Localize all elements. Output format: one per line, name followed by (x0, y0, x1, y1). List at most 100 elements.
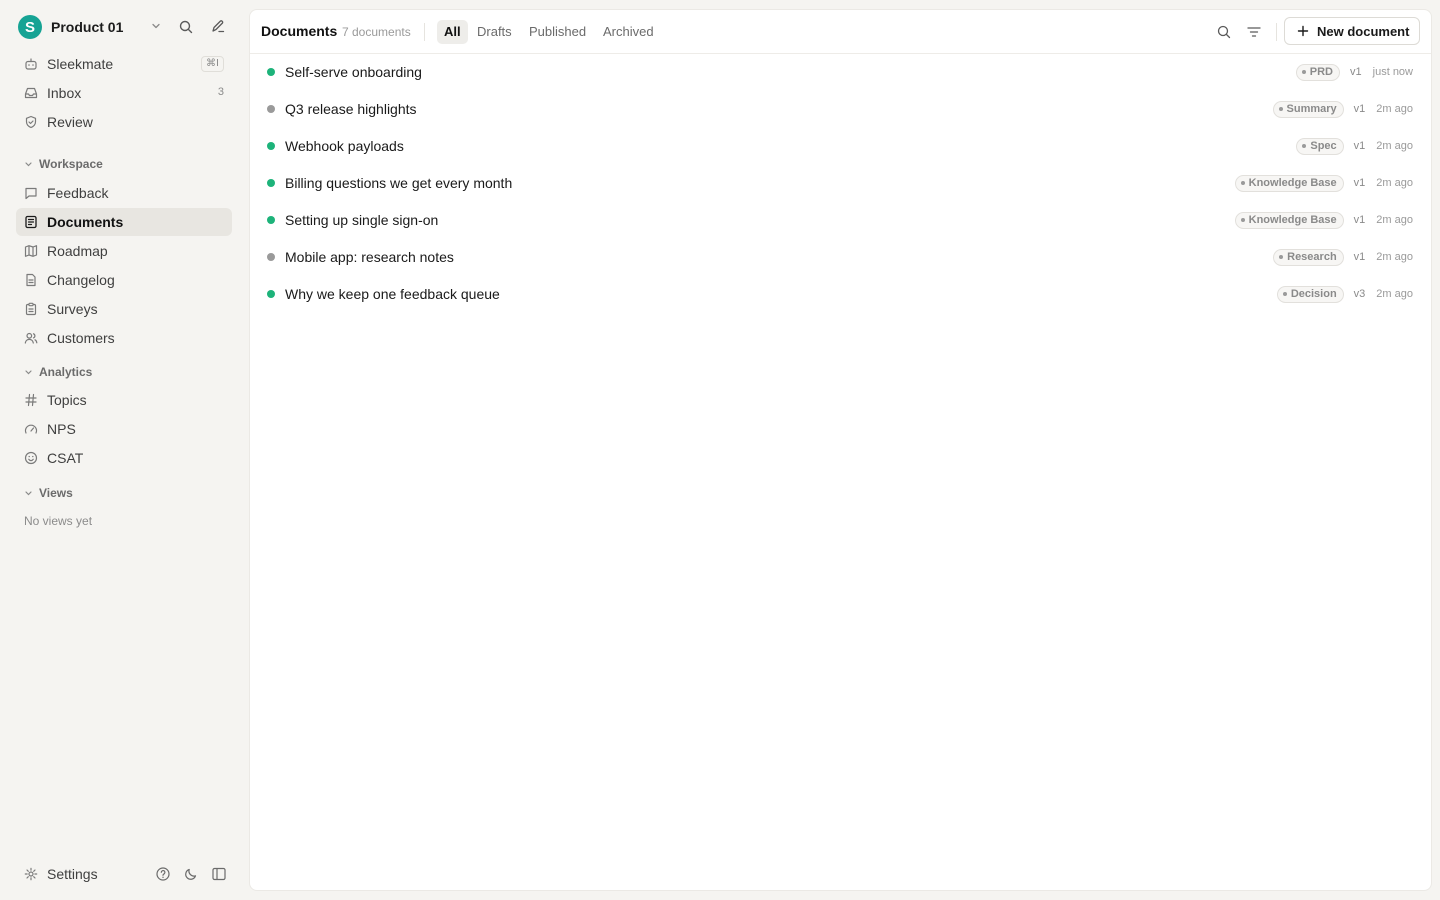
section-title: Views (39, 486, 73, 500)
tab-all[interactable]: All (437, 20, 468, 44)
document-meta: Knowledge Base v1 2m ago (1234, 174, 1413, 192)
status-dot (267, 68, 275, 76)
documents-panel: Documents 7 documents All Drafts Publish… (249, 9, 1432, 891)
document-title[interactable]: Webhook payloads (285, 138, 404, 154)
sidebar-item-label: Roadmap (47, 243, 108, 259)
status-dot (267, 105, 275, 113)
clipboard-icon (24, 302, 38, 316)
sidebar-item-label: Feedback (47, 185, 109, 201)
document-title[interactable]: Mobile app: research notes (285, 249, 454, 265)
sidebar-item-csat[interactable]: CSAT (16, 444, 232, 472)
document-title[interactable]: Setting up single sign-on (285, 212, 438, 228)
tag-dot (1240, 181, 1245, 185)
gauge-icon (24, 422, 38, 436)
updated-time: 2m ago (1376, 103, 1413, 115)
document-meta: Spec v1 2m ago (1296, 137, 1413, 155)
updated-time: 2m ago (1376, 177, 1413, 189)
chevron-down-icon (25, 490, 32, 495)
document-meta: Summary v1 2m ago (1272, 100, 1413, 118)
sidebar-item-label: Inbox (47, 85, 82, 101)
section-views[interactable]: Views (24, 485, 73, 501)
updated-time: 2m ago (1376, 214, 1413, 226)
tab-published[interactable]: Published (522, 20, 593, 44)
sidebar-item-surveys[interactable]: Surveys (16, 295, 232, 323)
hash-icon (24, 393, 38, 407)
smile-icon (24, 451, 38, 465)
sidebar-item-sleekmate[interactable]: Sleekmate ⌘I (16, 50, 232, 78)
document-title[interactable]: Q3 release highlights (285, 101, 417, 117)
section-title: Workspace (39, 157, 103, 171)
version-label: v1 (1353, 251, 1366, 263)
compose-icon[interactable] (210, 18, 226, 34)
sidebar-toggle-icon[interactable] (211, 866, 227, 882)
section-analytics[interactable]: Analytics (24, 364, 92, 380)
document-title[interactable]: Billing questions we get every month (285, 175, 512, 191)
document-row[interactable]: Billing questions we get every month Kno… (250, 165, 1431, 202)
tag-label: Knowledge Base (1248, 214, 1337, 226)
map-icon (24, 244, 38, 258)
moon-icon[interactable] (183, 866, 199, 882)
document-row[interactable]: Setting up single sign-on Knowledge Base… (250, 202, 1431, 239)
chevron-down-icon[interactable] (150, 20, 162, 32)
tag-label: Knowledge Base (1248, 177, 1337, 189)
tag-label: Spec (1310, 140, 1337, 152)
updated-time: 2m ago (1376, 251, 1413, 263)
document-row[interactable]: Q3 release highlights Summary v1 2m ago (250, 91, 1431, 128)
tag-dot (1302, 144, 1307, 148)
type-tag: Knowledge Base (1234, 174, 1344, 192)
settings-label: Settings (47, 866, 98, 882)
sidebar-item-review[interactable]: Review (16, 108, 232, 136)
message-square-icon (24, 186, 38, 200)
sidebar-item-topics[interactable]: Topics (16, 386, 232, 414)
toolbar-divider (424, 23, 425, 41)
toolbar-divider (1276, 23, 1277, 41)
settings-button[interactable]: Settings (16, 860, 136, 888)
sidebar: S Product 01 Sleekmate ⌘I Inbox 3 Review (0, 0, 248, 900)
sidebar-item-feedback[interactable]: Feedback (16, 179, 232, 207)
shortcut-badge: ⌘I (201, 56, 224, 72)
sidebar-item-nps[interactable]: NPS (16, 415, 232, 443)
updated-time: 2m ago (1376, 288, 1413, 300)
document-row[interactable]: Self-serve onboarding PRD v1 just now (250, 54, 1431, 91)
document-meta: Research v1 2m ago (1273, 248, 1413, 266)
document-title[interactable]: Why we keep one feedback queue (285, 286, 500, 302)
new-document-button[interactable]: New document (1284, 17, 1420, 45)
type-tag: Research (1273, 248, 1344, 266)
type-tag: Summary (1272, 100, 1344, 118)
status-dot (267, 179, 275, 187)
type-tag: Knowledge Base (1234, 211, 1344, 229)
sidebar-item-customers[interactable]: Customers (16, 324, 232, 352)
sidebar-item-label: Topics (47, 392, 87, 408)
updated-time: 2m ago (1376, 140, 1413, 152)
tab-drafts[interactable]: Drafts (470, 20, 519, 44)
tab-archived[interactable]: Archived (596, 20, 661, 44)
search-icon[interactable] (1216, 24, 1232, 40)
section-title: Analytics (39, 365, 93, 379)
inbox-icon (24, 86, 38, 100)
workspace-name: Product 01 (51, 19, 124, 35)
document-row[interactable]: Webhook payloads Spec v1 2m ago (250, 128, 1431, 165)
version-label: v1 (1353, 177, 1366, 189)
type-tag: Spec (1296, 137, 1344, 155)
help-icon[interactable] (155, 866, 171, 882)
filter-icon[interactable] (1246, 24, 1262, 40)
document-title[interactable]: Self-serve onboarding (285, 64, 422, 80)
document-count: 7 documents (342, 25, 411, 39)
type-tag: Decision (1276, 285, 1344, 303)
sidebar-item-inbox[interactable]: Inbox 3 (16, 79, 232, 107)
document-row[interactable]: Why we keep one feedback queue Decision … (250, 276, 1431, 313)
workspace-logo: S (18, 15, 42, 39)
tag-dot (1301, 70, 1306, 74)
tag-label: Decision (1290, 288, 1337, 300)
workspace-switcher[interactable]: S Product 01 (18, 15, 238, 39)
sidebar-item-roadmap[interactable]: Roadmap (16, 237, 232, 265)
tag-label: PRD (1309, 66, 1334, 78)
section-workspace[interactable]: Workspace (24, 156, 103, 172)
status-dot (267, 290, 275, 298)
search-icon[interactable] (178, 19, 194, 35)
document-row[interactable]: Mobile app: research notes Research v1 2… (250, 239, 1431, 276)
document-meta: Knowledge Base v1 2m ago (1234, 211, 1413, 229)
sidebar-item-documents[interactable]: Documents (16, 208, 232, 236)
sidebar-item-changelog[interactable]: Changelog (16, 266, 232, 294)
updated-time: just now (1372, 66, 1413, 78)
